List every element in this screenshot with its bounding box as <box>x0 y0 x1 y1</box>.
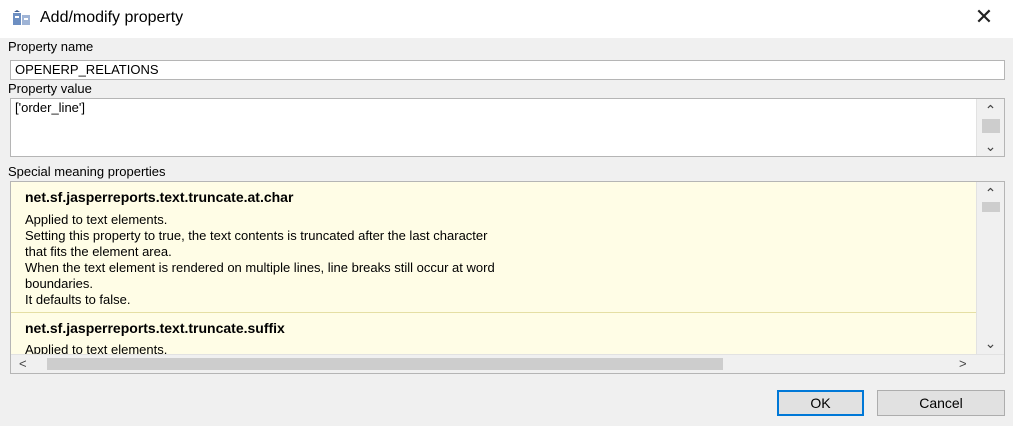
property-value-scrollbar[interactable]: ⌃ ⌄ <box>976 99 1004 156</box>
property-description: Applied to text elements. Setting this p… <box>25 212 976 308</box>
property-name-label: Property name <box>8 39 94 54</box>
scroll-left-icon[interactable]: < <box>19 355 27 373</box>
description-line: Setting this property to true, the text … <box>25 228 488 243</box>
description-line: boundaries. <box>25 276 93 291</box>
scroll-up-icon[interactable]: ⌃ <box>977 101 1004 119</box>
horizontal-scroll-thumb[interactable] <box>47 358 723 370</box>
scroll-down-icon[interactable]: ⌄ <box>977 334 1004 352</box>
description-line: Applied to text elements. <box>25 212 168 227</box>
property-value-text: ['order_line'] <box>15 100 86 115</box>
scroll-up-icon[interactable]: ⌃ <box>977 184 1004 202</box>
special-properties-label: Special meaning properties <box>8 164 166 179</box>
scroll-thumb[interactable] <box>982 202 1000 212</box>
property-key: net.sf.jasperreports.text.truncate.at.ch… <box>25 189 294 205</box>
property-name-field[interactable]: OPENERP_RELATIONS <box>10 60 1005 80</box>
jasper-property-icon <box>13 10 30 25</box>
item-divider <box>11 312 976 313</box>
close-icon[interactable]: ✕ <box>973 6 995 28</box>
description-line: It defaults to false. <box>25 292 131 307</box>
scroll-thumb[interactable] <box>982 119 1000 133</box>
property-value-label: Property value <box>8 81 92 96</box>
cancel-button[interactable]: Cancel <box>877 390 1005 416</box>
description-line: that fits the element area. <box>25 244 172 259</box>
description-line: When the text element is rendered on mul… <box>25 260 495 275</box>
special-list-vscrollbar[interactable]: ⌃ ⌄ <box>976 182 1004 356</box>
property-value-field[interactable]: ['order_line'] ⌃ ⌄ <box>10 98 1005 157</box>
dialog-title: Add/modify property <box>40 9 184 26</box>
property-key: net.sf.jasperreports.text.truncate.suffi… <box>25 320 285 336</box>
special-list-hscrollbar[interactable]: < > <box>11 354 1004 373</box>
ok-button[interactable]: OK <box>777 390 864 416</box>
scroll-down-icon[interactable]: ⌄ <box>977 137 1004 155</box>
scroll-right-icon[interactable]: > <box>959 355 967 373</box>
list-item[interactable]: net.sf.jasperreports.text.truncate.suffi… <box>11 319 976 358</box>
title-bar: Add/modify property ✕ <box>0 0 1013 38</box>
list-item[interactable]: net.sf.jasperreports.text.truncate.at.ch… <box>11 188 976 308</box>
special-properties-list[interactable]: net.sf.jasperreports.text.truncate.at.ch… <box>10 181 1005 374</box>
